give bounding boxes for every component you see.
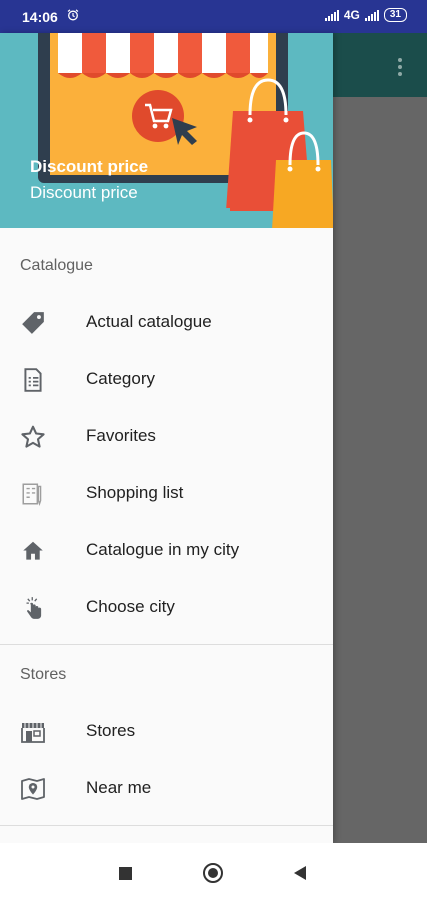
menu-item-choose-city[interactable]: Choose city [0,579,333,636]
menu-item-category[interactable]: Category [0,351,333,408]
menu-item-label: Choose city [86,597,175,616]
menu-item-near-me[interactable]: Near me [0,760,333,817]
section-title-stores: Stores [20,666,67,683]
network-type: 4G [343,8,360,22]
menu-item-catalogue-in-my-city[interactable]: Catalogue in my city [0,522,333,579]
map-pin-icon [20,776,46,802]
home-icon [20,538,46,564]
status-time: 14:06 [22,9,58,25]
menu-item-stores[interactable]: Stores [0,703,333,760]
header-title: Discount price [30,157,149,176]
drawer-scrim[interactable] [333,97,427,843]
status-right-group: 4G 31 [324,8,407,22]
menu-item-label: Shopping list [86,483,184,502]
tap-hand-icon [20,595,46,621]
drawer-header: Discount price Discount price [0,33,333,228]
menu-item-shopping-list[interactable]: Shopping list [0,465,333,522]
section-title-catalogue: Catalogue [20,257,93,274]
menu-item-actual-catalogue[interactable]: Actual catalogue [0,294,333,351]
star-outline-icon [20,424,46,450]
status-bar: 14:06 4G 31 [0,0,427,33]
overflow-menu-icon[interactable] [398,58,402,79]
price-tag-icon [20,310,46,336]
signal-icon [324,9,339,21]
section-divider [0,644,333,645]
battery-indicator: 31 [383,8,407,22]
section-divider-2 [0,825,333,826]
navigation-drawer: Discount price Discount price Catalogue … [0,33,333,843]
document-list-icon [20,367,46,393]
menu-item-label: Favorites [86,426,156,445]
home-button[interactable] [203,863,223,883]
header-subtitle: Discount price [30,183,138,202]
menu-item-label: Actual catalogue [86,312,212,331]
system-navigation-bar [0,843,427,900]
back-button[interactable] [294,866,306,880]
shopping-list-icon [20,481,46,507]
alarm-icon [67,9,79,21]
menu-item-label: Stores [86,721,136,740]
menu-item-favorites[interactable]: Favorites [0,408,333,465]
storefront-icon [20,719,46,745]
menu-item-label: Near me [86,778,152,797]
signal-icon-2 [364,9,379,21]
menu-item-label: Category [86,369,155,388]
app-toolbar [333,33,427,97]
menu-item-label: Catalogue in my city [86,540,240,559]
recent-apps-button[interactable] [119,867,132,880]
